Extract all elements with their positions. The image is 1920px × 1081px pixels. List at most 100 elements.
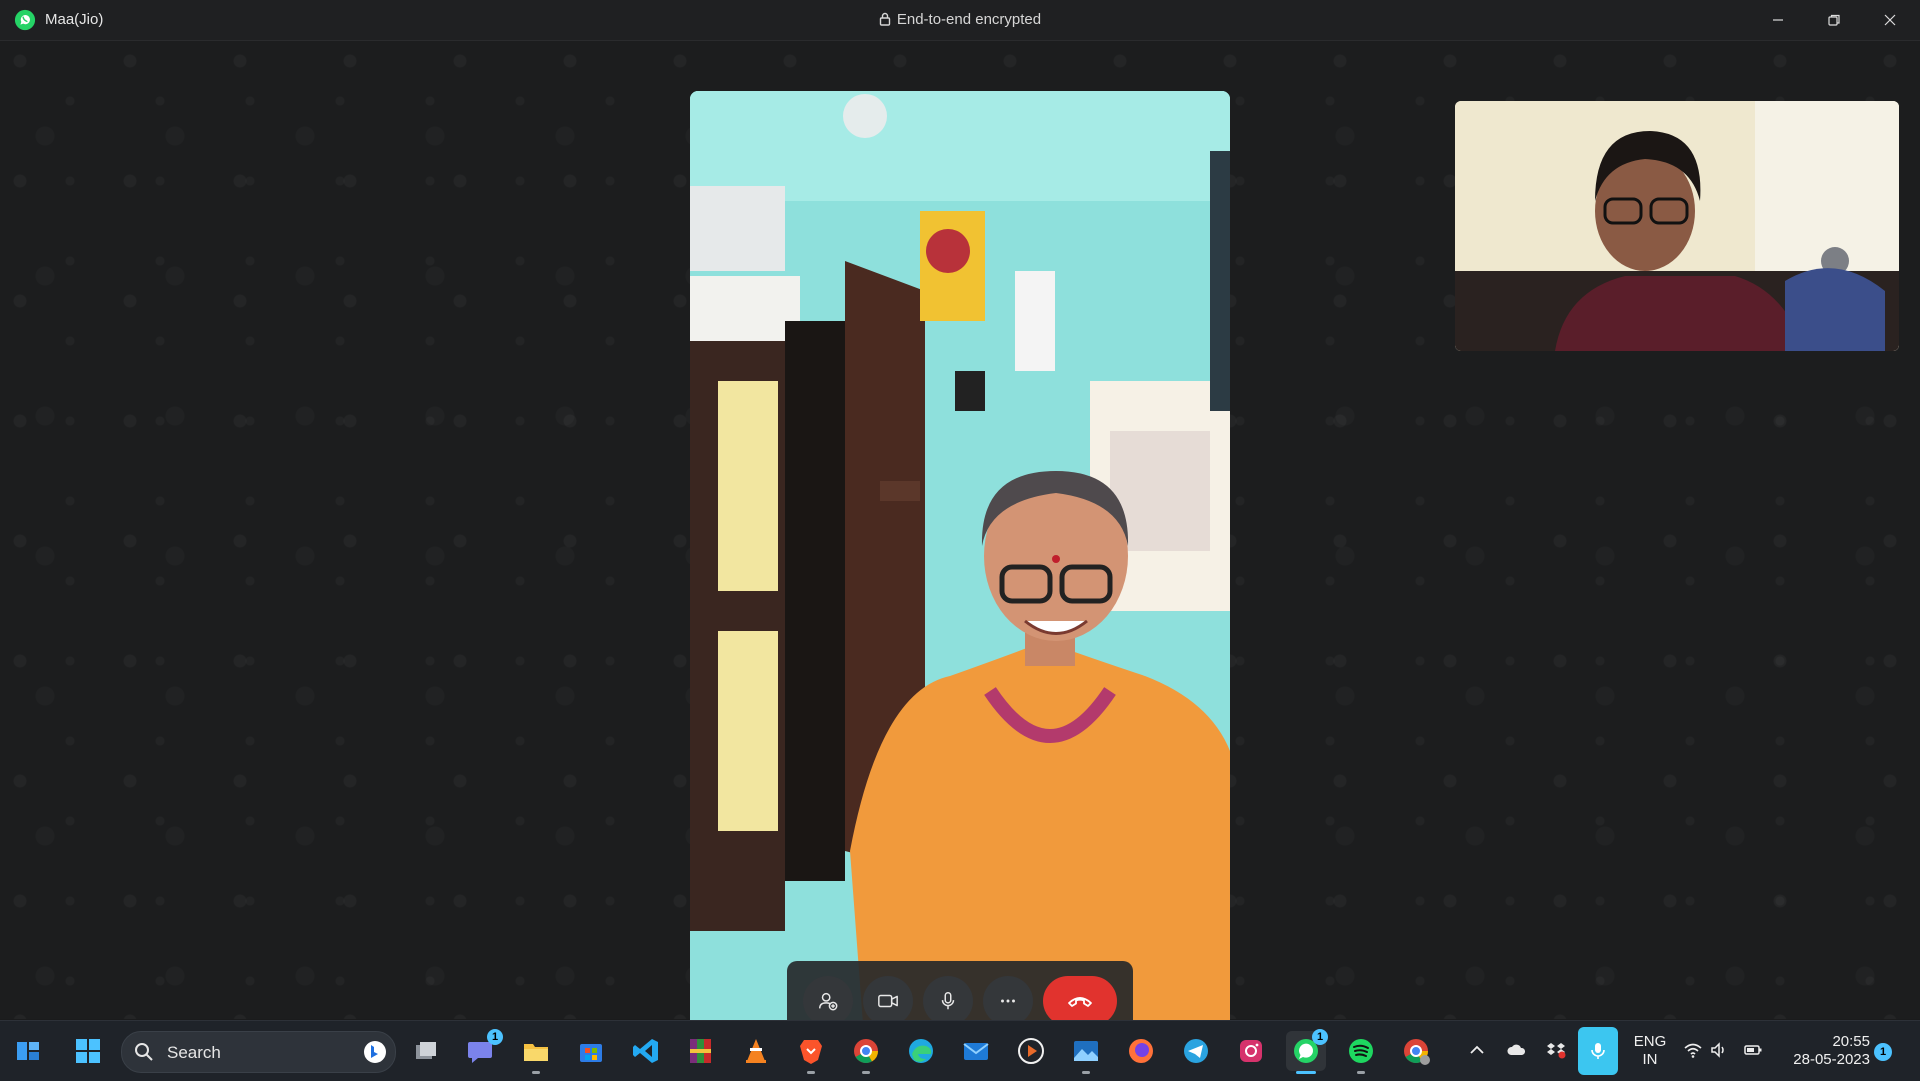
- onedrive-cloud-icon: [1507, 1044, 1526, 1055]
- taskbar-app-vlc[interactable]: [736, 1031, 776, 1071]
- taskbar-app-firefox[interactable]: [1121, 1031, 1161, 1071]
- end-call-button[interactable]: [1043, 976, 1117, 1026]
- taskbar-app-chrome-profile[interactable]: [1396, 1031, 1436, 1071]
- taskbar-app-mail[interactable]: [956, 1031, 996, 1071]
- taskbar-app-photos[interactable]: [1066, 1031, 1106, 1074]
- whatsapp-logo-icon: [14, 9, 36, 31]
- self-preview-video: [1455, 101, 1899, 351]
- call-stage: [0, 41, 1920, 1051]
- taskbar-app-teams[interactable]: 1: [461, 1029, 503, 1071]
- bing-icon[interactable]: [363, 1040, 387, 1064]
- search-icon: [135, 1043, 153, 1061]
- microphone-icon: [941, 992, 955, 1010]
- microphone-icon: [1591, 1043, 1605, 1059]
- dropbox-tray-button[interactable]: [1545, 1039, 1567, 1061]
- whatsapp-badge: 1: [1312, 1029, 1328, 1045]
- remote-video: [690, 91, 1230, 1051]
- window-title: Maa(Jio): [45, 11, 104, 28]
- video-camera-icon: [878, 994, 898, 1008]
- encryption-label: End-to-end encrypted: [896, 11, 1042, 28]
- self-preview-frame: [1455, 101, 1899, 351]
- add-person-icon: [819, 992, 838, 1011]
- taskbar-app-instagram[interactable]: [1231, 1031, 1271, 1071]
- close-icon: [1884, 14, 1896, 26]
- vlc-icon: [746, 1039, 766, 1063]
- taskbar-app-edge[interactable]: [901, 1031, 941, 1071]
- language-region: IN: [1642, 1051, 1658, 1068]
- running-indicator: [1082, 1071, 1090, 1074]
- ellipsis-icon: [1001, 999, 1015, 1003]
- taskbar-app-whatsapp[interactable]: 1: [1286, 1029, 1328, 1074]
- taskbar-app-file-explorer[interactable]: [516, 1031, 556, 1074]
- widgets-icon: [17, 1042, 39, 1060]
- lock-icon: [879, 12, 891, 26]
- restore-icon: [1828, 14, 1840, 26]
- microphone-in-use-button[interactable]: [1578, 1027, 1618, 1075]
- close-button[interactable]: [1862, 0, 1918, 40]
- minimize-button[interactable]: [1750, 0, 1806, 40]
- teams-badge: 1: [487, 1029, 503, 1045]
- speaker-icon: [1711, 1042, 1724, 1058]
- video-toggle-button[interactable]: [863, 976, 913, 1026]
- start-icon: [76, 1039, 100, 1063]
- remote-video-frame: [690, 91, 1230, 1051]
- clock[interactable]: 20:55 28-05-2023: [1774, 1033, 1870, 1069]
- instagram-icon: [1240, 1040, 1262, 1062]
- media-player-icon: [1018, 1038, 1044, 1064]
- restore-button[interactable]: [1806, 0, 1862, 40]
- edge-icon: [909, 1039, 933, 1063]
- show-hidden-icons-button[interactable]: [1466, 1039, 1488, 1061]
- taskbar-app-spotify[interactable]: [1341, 1031, 1381, 1074]
- language-code: ENG: [1633, 1033, 1667, 1050]
- taskbar-app-vscode[interactable]: [626, 1031, 666, 1071]
- brave-icon: [800, 1040, 822, 1064]
- mail-icon: [963, 1043, 989, 1060]
- photos-icon: [1074, 1041, 1098, 1061]
- file-explorer-icon: [524, 1044, 548, 1061]
- notification-center-badge[interactable]: 1: [1874, 1043, 1892, 1061]
- more-options-button[interactable]: [983, 976, 1033, 1026]
- taskbar-app-store[interactable]: [571, 1031, 611, 1071]
- encryption-status: End-to-end encrypted: [0, 11, 1920, 28]
- taskbar-app-winrar[interactable]: [681, 1031, 721, 1071]
- chrome-icon: [854, 1039, 878, 1064]
- running-indicator: [1357, 1071, 1365, 1074]
- telegram-icon: [1184, 1039, 1208, 1063]
- wifi-icon: [1684, 1043, 1702, 1058]
- wifi-tray-button[interactable]: [1682, 1039, 1704, 1061]
- mic-toggle-button[interactable]: [923, 976, 973, 1026]
- battery-tray-button[interactable]: [1742, 1039, 1764, 1061]
- running-indicator: [532, 1071, 540, 1074]
- title-bar: Maa(Jio) End-to-end encrypted: [0, 0, 1920, 41]
- language-indicator[interactable]: ENG IN: [1630, 1033, 1670, 1069]
- active-indicator: [1296, 1071, 1316, 1074]
- chrome-profile-icon: [1404, 1039, 1430, 1065]
- taskbar-app-media-player[interactable]: [1011, 1031, 1051, 1071]
- start-button[interactable]: [68, 1031, 108, 1071]
- task-view-button[interactable]: [406, 1031, 446, 1071]
- minimize-icon: [1773, 19, 1783, 21]
- taskbar-app-telegram[interactable]: [1176, 1031, 1216, 1071]
- battery-icon: [1744, 1045, 1762, 1055]
- vscode-icon: [633, 1039, 658, 1063]
- onedrive-tray-button[interactable]: [1506, 1039, 1528, 1061]
- running-indicator: [807, 1071, 815, 1074]
- taskbar-app-brave[interactable]: [791, 1031, 831, 1074]
- firefox-icon: [1129, 1039, 1153, 1063]
- search-label: Search: [167, 1043, 221, 1062]
- running-indicator: [862, 1071, 870, 1074]
- taskbar-app-chrome[interactable]: [846, 1031, 886, 1074]
- add-participant-button[interactable]: [803, 976, 853, 1026]
- widgets-button[interactable]: [8, 1031, 48, 1071]
- spotify-icon: [1349, 1039, 1373, 1063]
- clock-time: 20:55: [1832, 1033, 1870, 1050]
- taskbar-search[interactable]: Search: [121, 1031, 396, 1073]
- chevron-up-icon: [1470, 1045, 1484, 1054]
- volume-tray-button[interactable]: [1708, 1039, 1730, 1061]
- dropbox-icon: [1547, 1043, 1566, 1059]
- clock-date: 28-05-2023: [1793, 1051, 1870, 1068]
- hang-up-icon: [1068, 997, 1092, 1007]
- microsoft-store-icon: [580, 1044, 602, 1062]
- winrar-icon: [690, 1039, 711, 1063]
- task-view-icon: [416, 1042, 436, 1059]
